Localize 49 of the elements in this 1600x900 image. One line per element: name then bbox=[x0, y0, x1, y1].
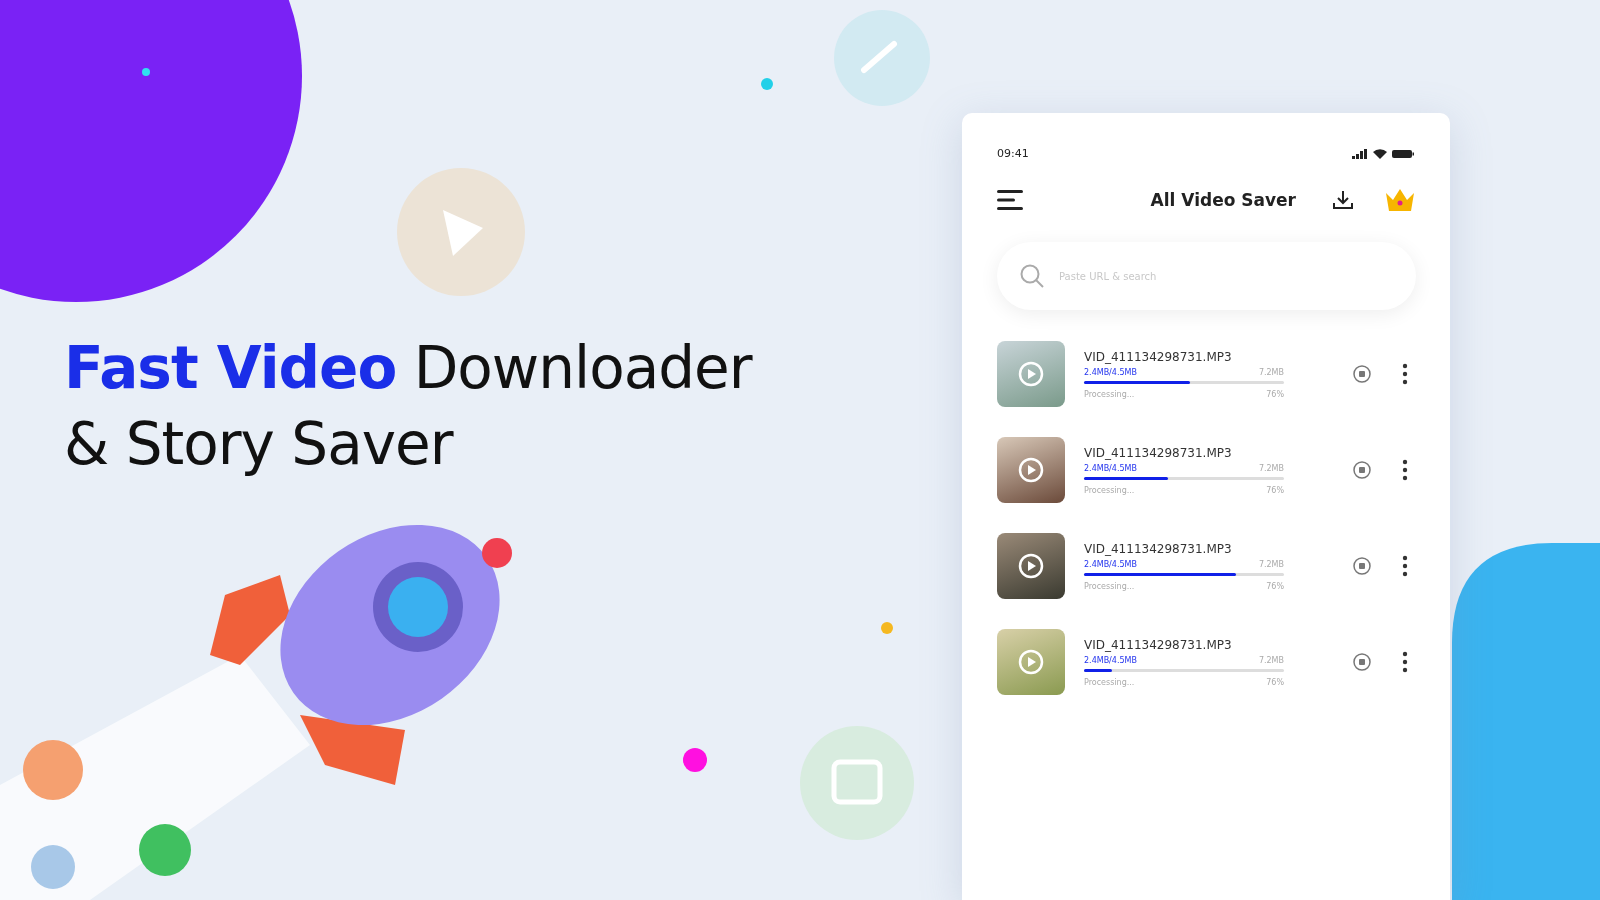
percent-text: 76% bbox=[1266, 581, 1284, 591]
file-name: VID_411134298731.MP3 bbox=[1084, 637, 1233, 652]
status-text: Processing... bbox=[1084, 677, 1135, 687]
file-name: VID_411134298731.MP3 bbox=[1084, 541, 1233, 556]
pause-button[interactable] bbox=[1352, 460, 1372, 480]
play-bubble-icon bbox=[397, 168, 525, 296]
dot-icon bbox=[761, 78, 773, 90]
app-title: All Video Saver bbox=[1150, 190, 1296, 210]
more-options-button[interactable] bbox=[1402, 363, 1408, 385]
play-icon bbox=[1018, 649, 1044, 675]
sparkle-bubble-icon bbox=[834, 10, 930, 106]
status-text: Processing... bbox=[1084, 485, 1135, 495]
pause-button[interactable] bbox=[1352, 652, 1372, 672]
progress-text: 2.4MB/4.5MB bbox=[1084, 559, 1137, 569]
percent-text: 76% bbox=[1266, 485, 1284, 495]
crown-button[interactable] bbox=[1384, 187, 1416, 213]
more-options-button[interactable] bbox=[1402, 651, 1408, 673]
progress-text: 2.4MB/4.5MB bbox=[1084, 463, 1137, 473]
progress-text: 2.4MB/4.5MB bbox=[1084, 367, 1137, 377]
play-icon bbox=[1018, 457, 1044, 483]
total-size: 7.2MB bbox=[1258, 367, 1284, 377]
play-icon bbox=[1018, 361, 1044, 387]
image-bubble-icon bbox=[800, 726, 914, 840]
total-size: 7.2MB bbox=[1258, 655, 1284, 665]
status-text: Processing... bbox=[1084, 581, 1135, 591]
dot-icon bbox=[683, 748, 707, 772]
signal-icon bbox=[1352, 148, 1368, 159]
total-size: 7.2MB bbox=[1258, 463, 1284, 473]
play-icon bbox=[1018, 553, 1044, 579]
more-options-button[interactable] bbox=[1402, 459, 1408, 481]
menu-button[interactable] bbox=[997, 189, 1025, 211]
more-options-button[interactable] bbox=[1402, 555, 1408, 577]
headline: & Story Saver bbox=[64, 409, 455, 480]
status-time: 09:41 bbox=[997, 147, 1029, 160]
battery-icon bbox=[1392, 148, 1414, 159]
percent-text: 76% bbox=[1266, 677, 1284, 687]
total-size: 7.2MB bbox=[1258, 559, 1284, 569]
download-button[interactable] bbox=[1332, 189, 1354, 211]
pause-button[interactable] bbox=[1352, 556, 1372, 576]
search-icon bbox=[1019, 263, 1045, 289]
percent-text: 76% bbox=[1266, 389, 1284, 399]
status-text: Processing... bbox=[1084, 389, 1135, 399]
pause-button[interactable] bbox=[1352, 364, 1372, 384]
wifi-icon bbox=[1373, 148, 1387, 159]
file-name: VID_411134298731.MP3 bbox=[1084, 349, 1233, 364]
file-name: VID_411134298731.MP3 bbox=[1084, 445, 1233, 460]
progress-text: 2.4MB/4.5MB bbox=[1084, 655, 1137, 665]
headline: Fast Video Downloader bbox=[64, 333, 752, 404]
dot-icon bbox=[881, 622, 893, 634]
